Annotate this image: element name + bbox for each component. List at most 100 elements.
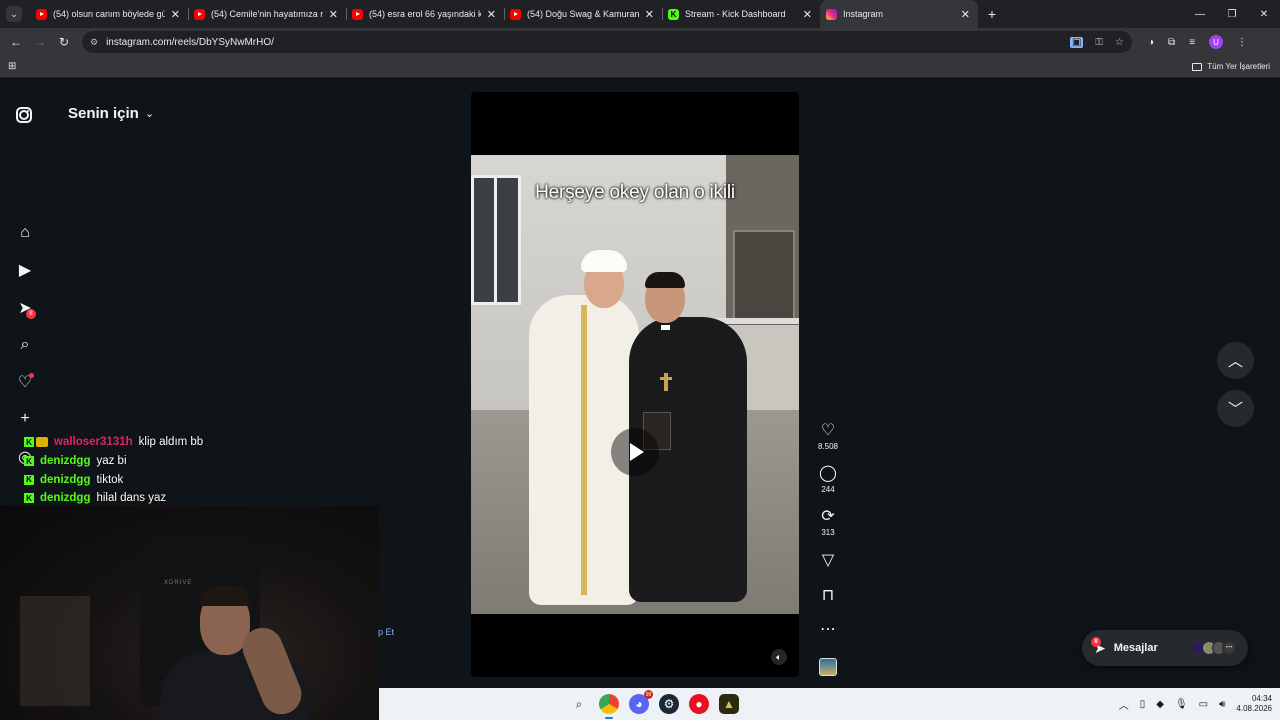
app-tray-icon[interactable]: ◆	[1156, 699, 1164, 710]
tab-title: (54) olsun canım böylede güzel	[53, 9, 165, 19]
stream-chat-overlay: Kwalloser3131h klip aldım bb Kdenizdgg yaz …	[18, 433, 378, 508]
youtube-icon	[36, 8, 47, 20]
tab-title: Instagram	[843, 9, 884, 19]
more-options-button[interactable]: ⋯	[812, 621, 844, 639]
close-tab-icon[interactable]: ✕	[329, 8, 338, 21]
bookmark-star-icon[interactable]: ☆	[1115, 37, 1124, 48]
browser-toolbar: ← → ↻ ⚙ instagram.com/reels/DbYSyNwMrHO/…	[0, 28, 1280, 56]
reload-icon[interactable]: ↻	[52, 35, 76, 49]
like-count: 8.508	[817, 442, 839, 451]
browser-tab[interactable]: (54) Doğu Swag & Kamuran Ak ✕	[504, 0, 662, 28]
chevron-down-icon: ⌄	[144, 108, 155, 120]
direct-messages-icon[interactable]: ➤ 8	[14, 297, 36, 319]
new-tab-button[interactable]: +	[978, 6, 1006, 22]
tab-title: (54) Doğu Swag & Kamuran Ak	[527, 9, 639, 19]
windows-taskbar: ⌕ ◕ 99 ⚙ ● ▲ ︿ ▯ ◆ 🎙︎ ▭ 🔊︎ 04:34 4.08.20…	[379, 688, 1280, 720]
chat-text: yaz bi	[96, 455, 127, 468]
close-tab-icon[interactable]: ✕	[961, 8, 970, 21]
close-window-icon[interactable]: ✕	[1248, 9, 1280, 20]
feed-selector[interactable]: Senin için ⌄	[68, 105, 154, 122]
time: 04:34	[1251, 694, 1272, 703]
tab-search-chevron-icon[interactable]: ⌄	[6, 6, 22, 22]
cast-icon[interactable]: ▣	[1069, 36, 1084, 48]
browser-tab[interactable]: Instagram ✕	[820, 0, 978, 28]
close-tab-icon[interactable]: ✕	[171, 8, 180, 21]
browser-tab[interactable]: (54) esra erol 66 yaşındaki kübra ✕	[346, 0, 504, 28]
clock[interactable]: 04:34 4.08.2026	[1236, 694, 1272, 714]
back-arrow-icon[interactable]: ←	[4, 35, 28, 49]
chair-logo: XDRIVE	[164, 580, 193, 586]
extension-icon[interactable]: ◑	[1148, 37, 1154, 48]
window-controls: — ❐ ✕	[1184, 9, 1280, 20]
tab-title: (54) Cemile'nin hayatımıza renk	[211, 9, 323, 19]
search-icon[interactable]: ⌕	[14, 334, 36, 356]
microphone-icon[interactable]: 🎙︎	[1175, 699, 1188, 710]
direct-badge: 8	[26, 309, 36, 319]
all-bookmarks-button[interactable]: Tüm Yer İşaretleri	[1192, 62, 1270, 71]
forward-arrow-icon[interactable]: →	[28, 35, 52, 49]
comment-count: 244	[821, 485, 835, 494]
previous-reel-button[interactable]: ︿	[1217, 342, 1254, 379]
discord-icon[interactable]: ◕ 99	[629, 690, 653, 714]
profile-avatar[interactable]: U	[1209, 35, 1224, 49]
share-button[interactable]: ▽	[812, 552, 844, 570]
create-plus-icon[interactable]: +	[14, 408, 36, 430]
close-tab-icon[interactable]: ✕	[487, 8, 496, 21]
bookmarks-bar: ⊞ Tüm Yer İşaretleri	[0, 56, 1280, 78]
chat-message: Kwalloser3131h klip aldım bb	[18, 433, 378, 452]
kick-icon: K	[668, 8, 679, 20]
steam-icon[interactable]: ⚙	[659, 694, 679, 714]
repost-count: 313	[821, 528, 835, 537]
original-audio-thumbnail[interactable]	[819, 658, 837, 676]
close-tab-icon[interactable]: ✕	[803, 8, 812, 21]
notifications-heart-icon[interactable]: ♡	[14, 371, 36, 393]
tray-overflow-chevron-icon[interactable]: ︿	[1119, 697, 1129, 712]
password-key-icon[interactable]: ⚿	[1095, 37, 1103, 48]
search-icon[interactable]: ⌕	[569, 694, 589, 714]
browser-tab[interactable]: K Stream - Kick Dashboard ✕	[662, 0, 820, 28]
play-button[interactable]	[611, 428, 659, 476]
next-reel-button[interactable]: ﹀	[1217, 390, 1254, 427]
chat-text: tiktok	[96, 473, 124, 486]
instagram-logo-icon[interactable]	[16, 107, 32, 123]
messages-button[interactable]: ➤ 8 Mesajlar ⋯	[1082, 630, 1248, 666]
site-info-icon[interactable]: ⚙	[90, 37, 98, 48]
home-icon[interactable]: ⌂	[14, 222, 36, 244]
youtube-icon	[194, 8, 205, 20]
mute-speaker-icon[interactable]: 🔈︎	[771, 649, 787, 665]
chat-text: klip aldım bb	[138, 436, 204, 449]
minimize-icon[interactable]: —	[1184, 9, 1216, 20]
partially-hidden-text: p Et	[378, 627, 395, 637]
restore-icon[interactable]: ❐	[1216, 9, 1248, 20]
apps-grid-icon[interactable]: ⊞	[8, 61, 16, 72]
chrome-icon[interactable]	[599, 694, 619, 719]
recent-chat-avatars: ⋯	[1192, 641, 1236, 655]
reel-video[interactable]: Herşeye okey olan o ikili 🔈︎	[471, 92, 799, 677]
puzzle-extensions-icon[interactable]: ⧉	[1168, 37, 1175, 48]
repost-icon: ⟳	[821, 508, 835, 525]
reels-icon[interactable]: ▶	[14, 259, 36, 281]
address-bar[interactable]: ⚙ instagram.com/reels/DbYSyNwMrHO/ ▣ ⚿ ☆	[82, 31, 1132, 53]
comment-button[interactable]: ◯ 244	[812, 465, 844, 494]
chat-message: Kdenizdgg hilal dans yaz	[18, 489, 378, 508]
kick-badge-icon: K	[24, 456, 34, 467]
reel-caption: Herşeye okey olan o ikili	[535, 182, 735, 203]
volume-icon[interactable]: 🔊︎	[1219, 699, 1225, 710]
windows-start-icon[interactable]	[541, 695, 559, 713]
close-tab-icon[interactable]: ✕	[645, 8, 654, 21]
network-icon[interactable]: ▭	[1199, 699, 1208, 710]
like-button[interactable]: ♡ 8.508	[812, 422, 844, 451]
game-app-icon[interactable]: ▲	[719, 694, 739, 714]
usb-icon[interactable]: ▯	[1140, 699, 1146, 710]
chevron-up-icon: ︿	[1227, 353, 1243, 370]
save-button[interactable]: ⊓	[812, 587, 844, 605]
screen: ⌄ (54) olsun canım böylede güzel✕(54) Ce…	[0, 0, 1280, 720]
kebab-menu-icon[interactable]: ⋮	[1237, 37, 1247, 48]
repost-button[interactable]: ⟳ 313	[812, 508, 844, 537]
browser-tab[interactable]: (54) olsun canım böylede güzel ✕	[30, 0, 188, 28]
browser-tab[interactable]: (54) Cemile'nin hayatımıza renk ✕	[188, 0, 346, 28]
browser-tab-strip: ⌄ (54) olsun canım böylede güzel✕(54) Ce…	[0, 0, 1280, 28]
recorder-icon[interactable]: ●	[689, 694, 709, 714]
discord-badge: 99	[644, 690, 653, 699]
media-control-icon[interactable]: ≡	[1189, 37, 1195, 48]
